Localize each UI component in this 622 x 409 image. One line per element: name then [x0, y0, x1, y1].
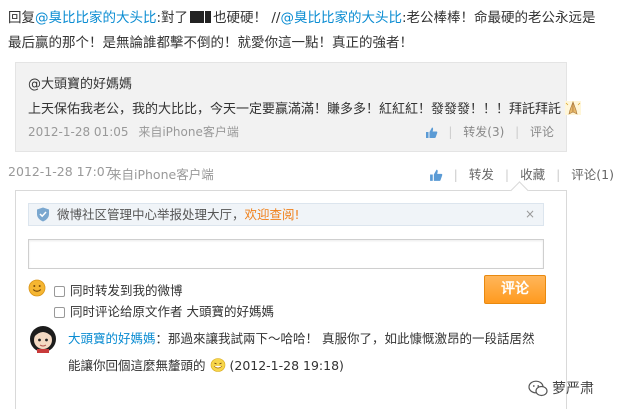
comment-author-option-label: 同时评论给原文作者 大頭寶的好媽媽 [70, 304, 274, 319]
post-actions: | 转发 | 收藏 | 评论(1) [429, 164, 614, 183]
post-meta-row: 2012-1-28 17:07 来自iPhone客户端 | 转发 | 收藏 | … [8, 162, 614, 184]
close-icon[interactable]: × [525, 204, 535, 225]
quoted-comment-link[interactable]: 评论 [530, 125, 554, 139]
like-icon[interactable] [425, 126, 438, 139]
avatar[interactable] [28, 323, 58, 353]
notice-text: 微博社区管理中心举报处理大厅，欢迎查阅! [57, 204, 300, 225]
quoted-text: 上天保佑我老公，我的大比比，今天一定要赢滿滿！賺多多！紅紅紅！發發發！！！拜託拜… [28, 98, 582, 117]
like-icon[interactable] [429, 168, 443, 182]
forward-option-label: 同时转发到我的微博 [70, 283, 183, 298]
quoted-meta: 2012-1-28 01:05 来自iPhone客户端 [28, 123, 239, 140]
censored-block [205, 11, 212, 23]
censored-block [190, 11, 205, 23]
quoted-time[interactable]: 2012-1-28 01:05 [28, 125, 129, 139]
reply-author[interactable]: 大頭寶的好媽媽 [68, 331, 156, 346]
post-text: 回复@臭比比家的大头比:對了 也硬硬！ //@臭比比家的大头比:老公棒棒！命最硬的… [8, 6, 608, 56]
post-segment: :對了 [156, 10, 189, 26]
forward-option[interactable]: 同时转发到我的微博 [54, 280, 183, 299]
reply-time: (2012-1-28 19:18) [229, 358, 344, 373]
forward-checkbox[interactable] [54, 286, 65, 297]
comment-author-option[interactable]: 同时评论给原文作者 大頭寶的好媽媽 [54, 301, 274, 320]
submit-comment-button[interactable]: 评论 [484, 275, 546, 304]
quoted-forward-link[interactable]: 转发(3) [463, 125, 504, 139]
post-prefix: 回复 [8, 10, 35, 26]
wechat-channel-icon [528, 380, 548, 397]
mention-link[interactable]: @臭比比家的大头比 [35, 10, 157, 26]
comment-reply: 大頭寶的好媽媽：那過來讓我試兩下～哈哈！ 真服你了，如此慷慨激昂的一段話居然能讓… [68, 325, 538, 379]
favorite-button[interactable]: 收藏 [520, 167, 545, 182]
notice-label: 微博社区管理中心举报处理大厅， [57, 207, 245, 222]
post-time[interactable]: 2012-1-28 17:07 [8, 164, 113, 179]
praying-hands-emoji-icon [565, 101, 582, 115]
watermark: 萝严肃 [528, 378, 594, 398]
watermark-text: 萝严肃 [552, 381, 594, 397]
forward-button[interactable]: 转发 [469, 167, 494, 182]
smiley-icon[interactable] [28, 279, 46, 297]
comment-input[interactable] [28, 239, 544, 269]
post-source[interactable]: 来自iPhone客户端 [109, 164, 214, 183]
notice-link[interactable]: 欢迎查阅! [245, 207, 300, 222]
report-notice: 微博社区管理中心举报处理大厅，欢迎查阅! × [28, 203, 544, 226]
shield-icon [37, 207, 49, 222]
quoted-actions: | 转发(3) | 评论 [425, 123, 554, 140]
comment-toggle-button[interactable]: 评论(1) [571, 167, 614, 182]
mention-link[interactable]: @臭比比家的大头比 [280, 10, 402, 26]
grin-emoji-icon [210, 358, 225, 372]
quoted-author[interactable]: @大頭寶的好媽媽 [28, 73, 132, 92]
quoted-source[interactable]: 来自iPhone客户端 [138, 125, 239, 139]
comment-panel: 微博社区管理中心举报处理大厅，欢迎查阅! × 同时转发到我的微博 同时评论给原文… [15, 190, 567, 409]
quoted-post: @大頭寶的好媽媽 上天保佑我老公，我的大比比，今天一定要赢滿滿！賺多多！紅紅紅！… [15, 62, 582, 152]
quoted-text-body: 上天保佑我老公，我的大比比，今天一定要赢滿滿！賺多多！紅紅紅！發發發！！！拜託拜… [28, 102, 562, 117]
post-segment: 也硬硬！ // [213, 10, 281, 26]
comment-author-checkbox[interactable] [54, 307, 65, 318]
